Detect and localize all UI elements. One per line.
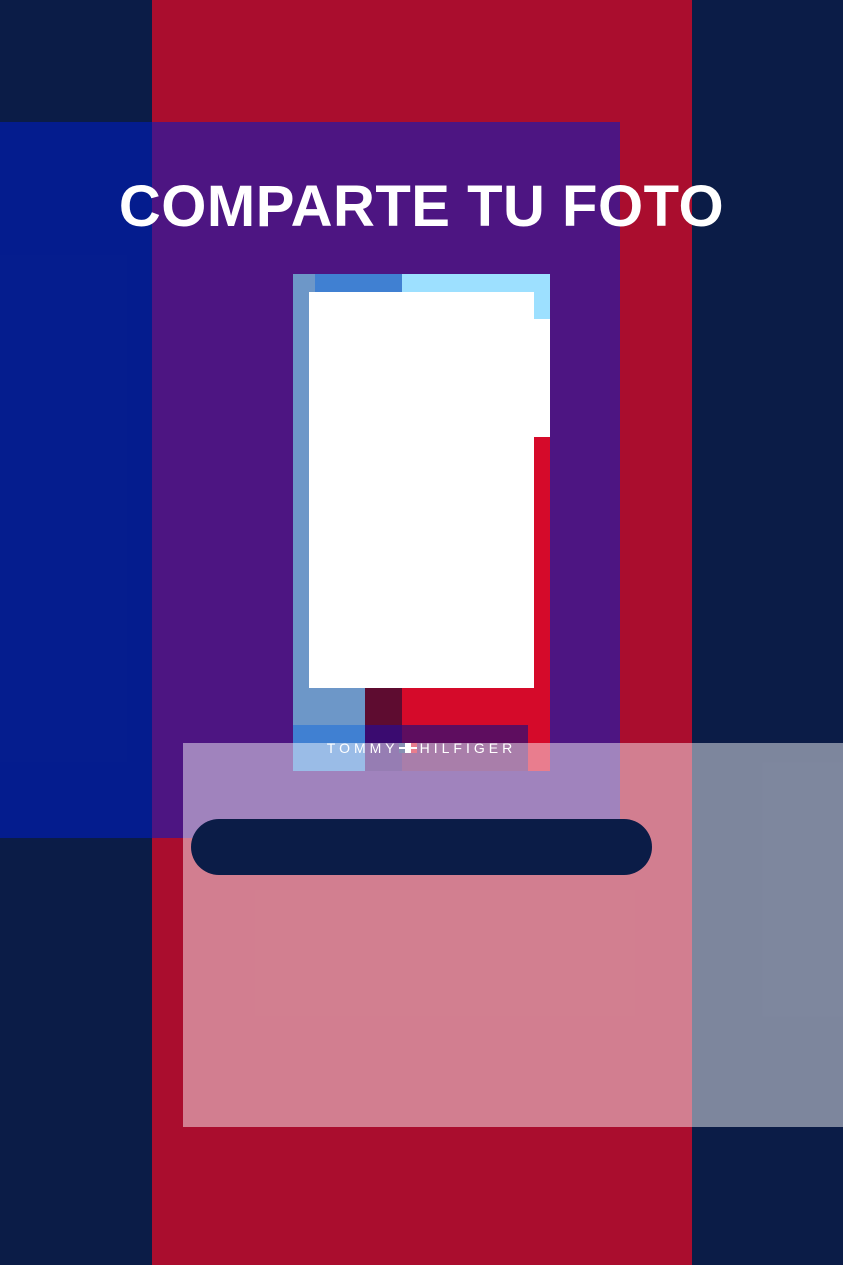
frame-right-white-block <box>534 319 550 437</box>
page-title: COMPARTE TU FOTO <box>118 174 725 239</box>
photo-frame: TOMMY HILFIGER <box>293 274 550 771</box>
frame-bottom-maroon-block <box>365 688 402 725</box>
frame-bottom-red-block <box>402 688 534 725</box>
frame-bottom-steel-block <box>293 688 365 725</box>
photo-placeholder[interactable] <box>309 292 534 688</box>
frame-right-red-block <box>534 437 550 771</box>
share-button[interactable] <box>191 819 652 875</box>
background-pink-overlay <box>183 743 843 1127</box>
frame-top-blue-block <box>315 274 402 292</box>
